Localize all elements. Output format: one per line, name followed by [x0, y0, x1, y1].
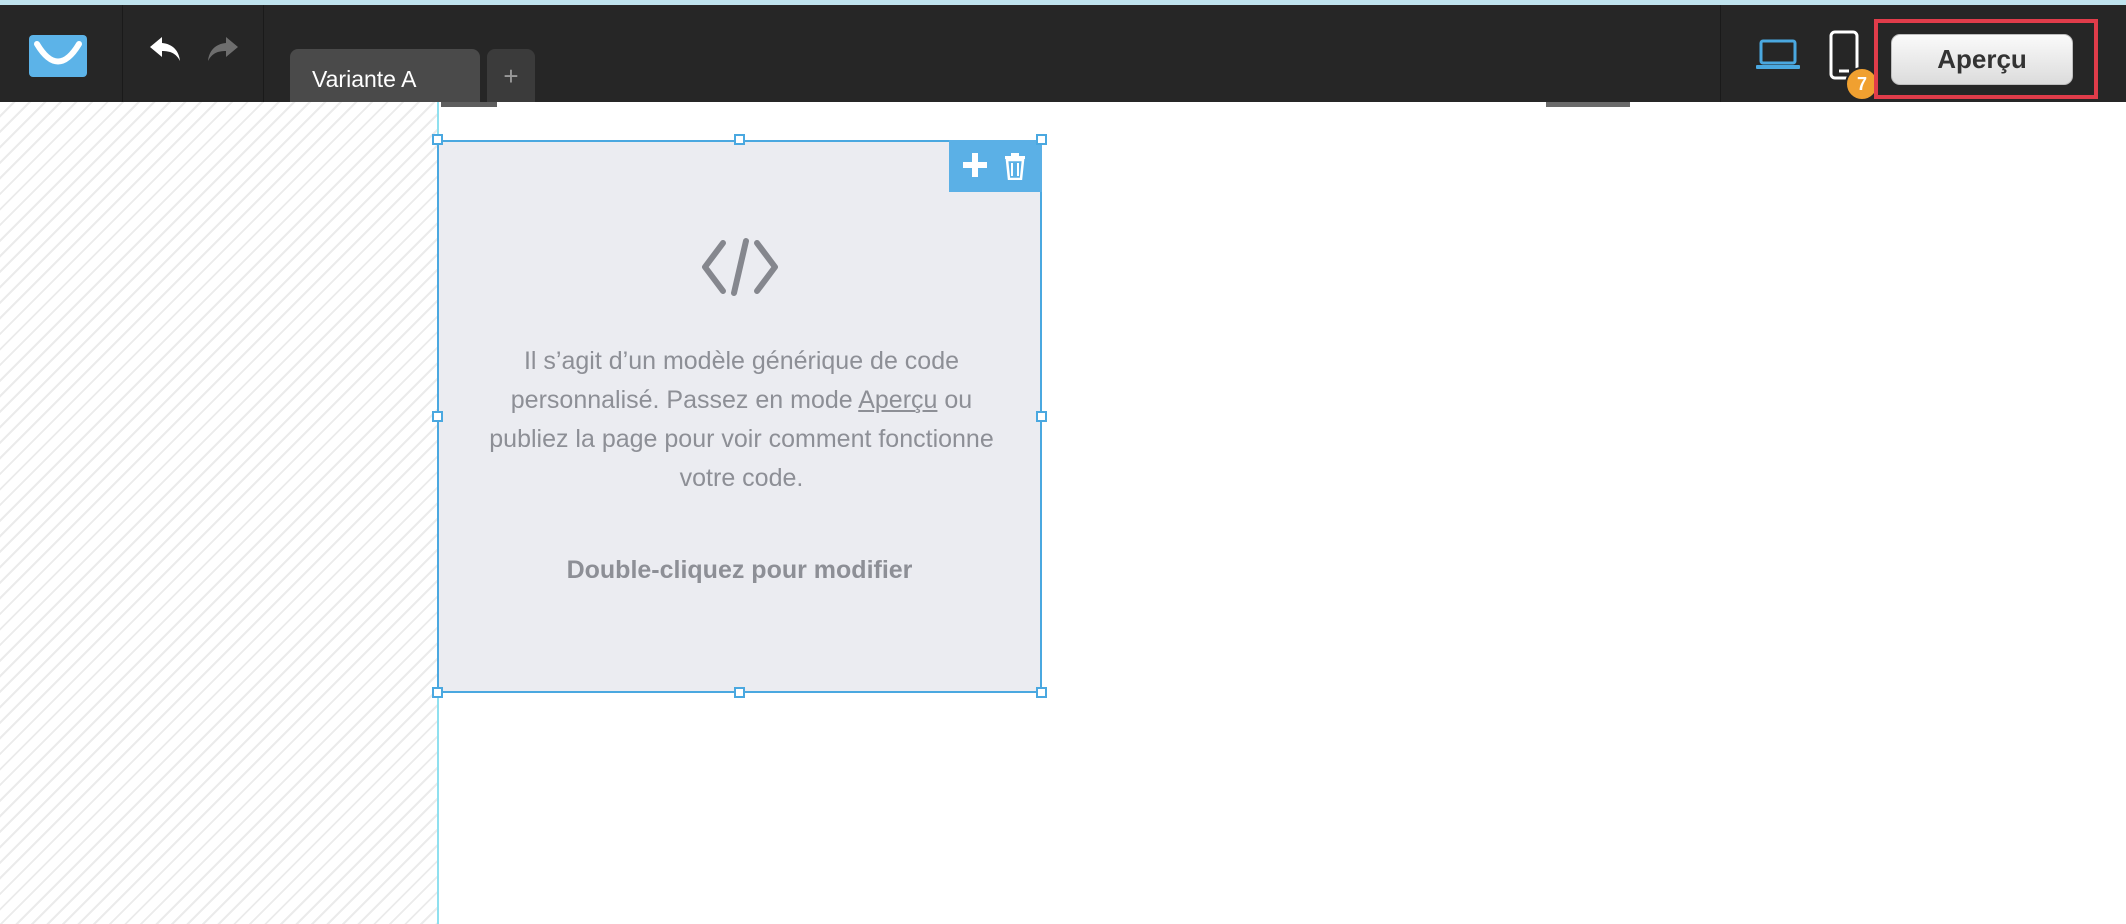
canvas-margin-hatch: [0, 102, 437, 924]
editor-toolbar: Variante A + 7 Aperçu: [0, 0, 2126, 102]
resize-handle-top[interactable]: [734, 134, 745, 145]
redo-icon[interactable]: [206, 33, 240, 67]
tab-variante-a[interactable]: Variante A: [290, 49, 480, 102]
edit-hint: Double-cliquez pour modifier: [566, 556, 913, 584]
preview-button[interactable]: Aperçu: [1891, 34, 2073, 85]
undo-icon[interactable]: [148, 33, 182, 67]
resize-handle-left[interactable]: [432, 411, 443, 422]
custom-code-widget[interactable]: Il s’agit d’un modèle générique de code …: [437, 140, 1042, 693]
history-controls: [123, 5, 264, 102]
logo-area: [0, 5, 123, 102]
resize-handle-top-left[interactable]: [432, 134, 443, 145]
resize-handle-right[interactable]: [1036, 411, 1047, 422]
resize-handle-bottom-right[interactable]: [1036, 687, 1047, 698]
widget-description: Il s’agit d’un modèle générique de code …: [479, 342, 1004, 498]
preview-link[interactable]: Aperçu: [858, 386, 937, 414]
plus-icon[interactable]: [961, 151, 989, 179]
laptop-icon[interactable]: [1755, 39, 1801, 71]
add-variant-label: +: [503, 61, 519, 91]
code-brackets-icon: [702, 238, 778, 296]
add-variant-tab[interactable]: +: [487, 49, 535, 102]
resize-handle-top-right[interactable]: [1036, 134, 1047, 145]
widget-action-bar: [949, 140, 1042, 192]
getresponse-logo-icon[interactable]: [29, 35, 87, 77]
resize-handle-bottom[interactable]: [734, 687, 745, 698]
resize-handle-bottom-left[interactable]: [432, 687, 443, 698]
trash-icon[interactable]: [1003, 152, 1027, 180]
tab-label: Variante A: [312, 66, 417, 92]
